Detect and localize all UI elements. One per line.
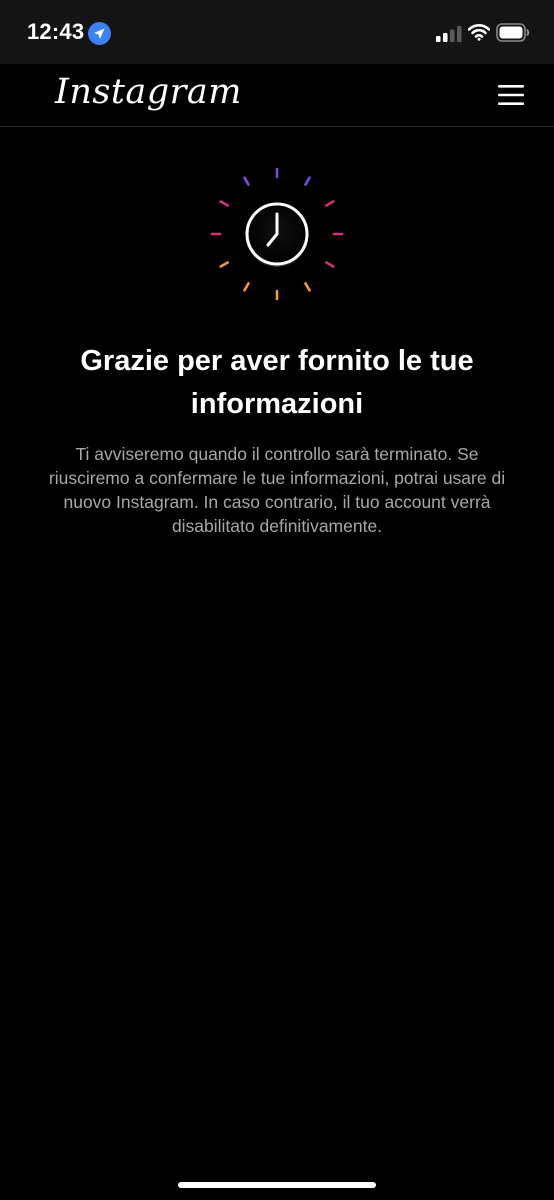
clock-ray (219, 261, 229, 268)
battery-icon (496, 23, 530, 42)
clock-ray (304, 282, 311, 292)
cellular-signal-icon (436, 25, 462, 42)
clock-ray (243, 282, 250, 292)
clock-ray (243, 176, 250, 186)
wifi-icon (467, 23, 491, 41)
location-arrow-icon (88, 22, 111, 45)
clock-ray (325, 200, 335, 207)
status-bar: 12:43 (0, 0, 554, 64)
instagram-logo[interactable]: Instagram (55, 72, 242, 112)
hamburger-menu-icon[interactable] (494, 80, 528, 110)
clock-ray (219, 200, 229, 207)
page-title: Grazie per aver fornito le tue informazi… (80, 345, 474, 420)
clock-ray (304, 176, 311, 186)
home-indicator (178, 1182, 376, 1188)
app-header: Instagram (0, 64, 554, 127)
clock-ray (325, 261, 335, 268)
clock-icon (207, 164, 347, 304)
page-description: Ti avviseremo quando il controllo sarà t… (48, 444, 506, 536)
status-time: 12:43 (27, 19, 85, 44)
